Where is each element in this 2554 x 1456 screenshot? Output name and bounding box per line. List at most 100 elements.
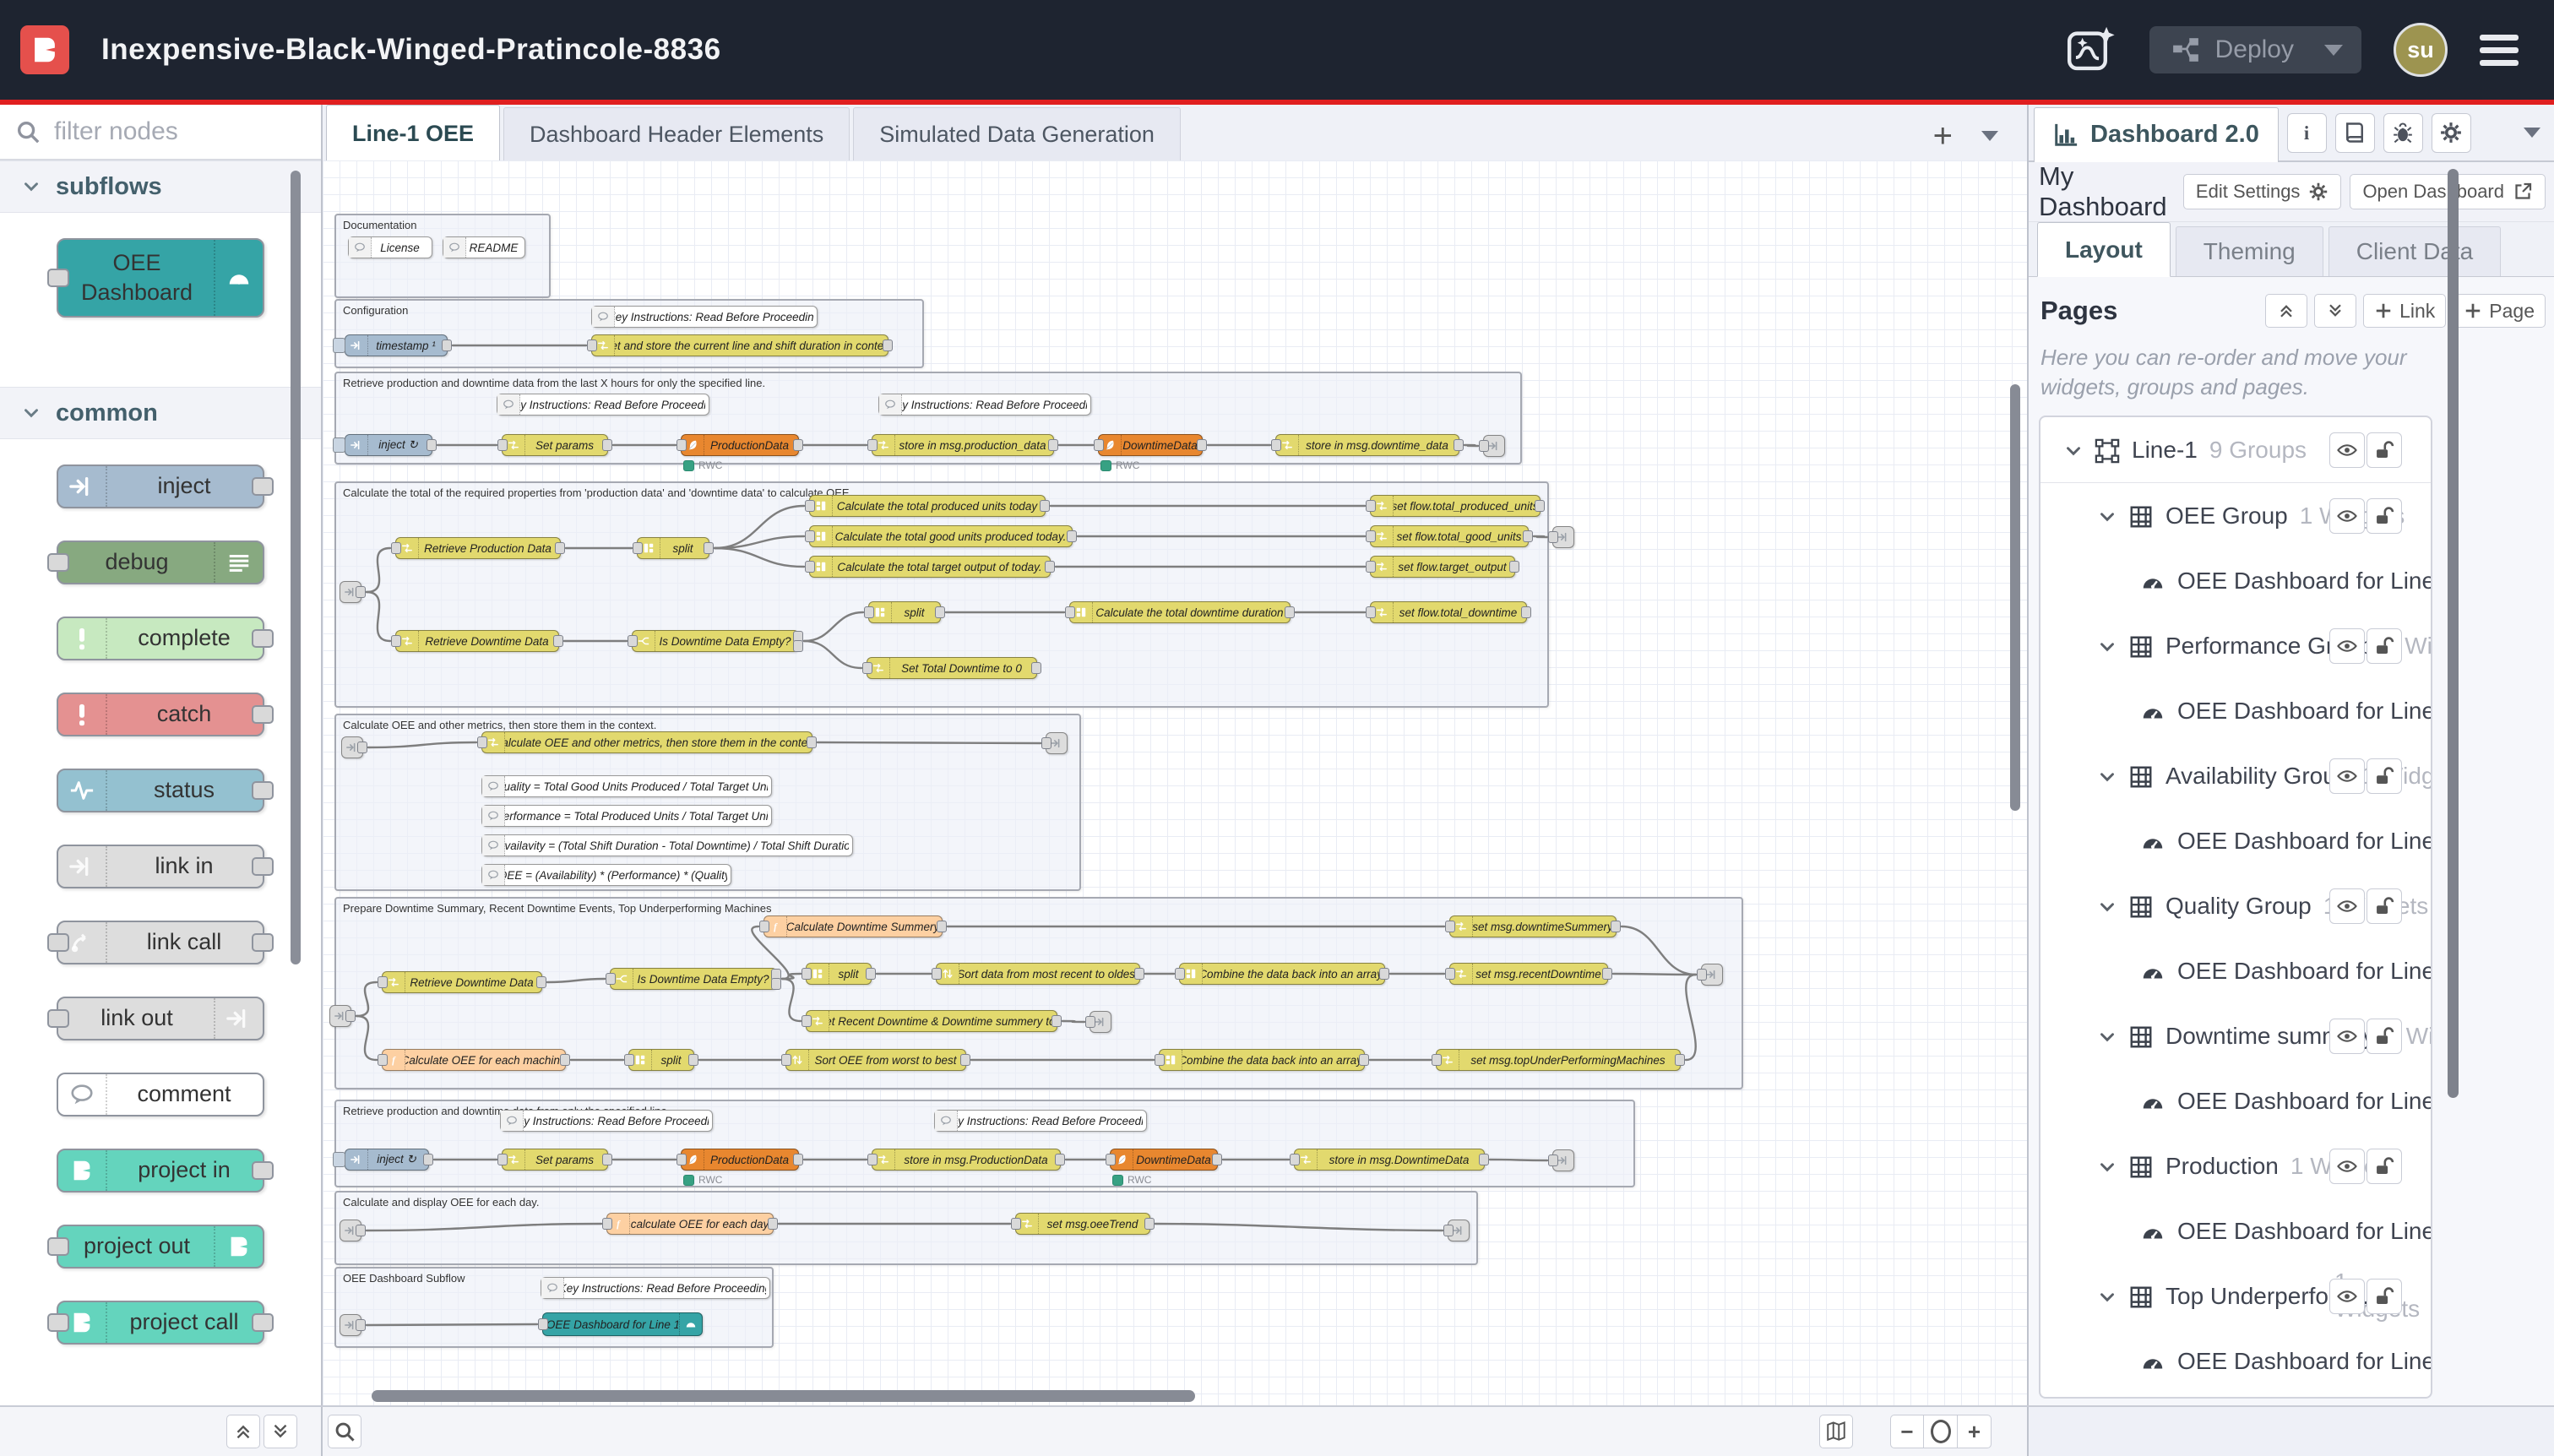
output-port[interactable] bbox=[423, 1154, 433, 1165]
flow-node-comment-Quality-=-Total-Good-Uni[interactable]: Quality = Total Good Units Produced / To… bbox=[481, 775, 772, 797]
sidebar-tab-dashboard[interactable]: Dashboard 2.0 bbox=[2034, 107, 2279, 162]
flow-node-linkout[interactable] bbox=[1701, 964, 1723, 986]
input-port[interactable] bbox=[47, 553, 69, 572]
input-port[interactable] bbox=[932, 968, 942, 980]
input-port[interactable] bbox=[497, 1154, 508, 1165]
flow-tab-Simulated-Data-Generation[interactable]: Simulated Data Generation bbox=[853, 107, 1181, 160]
flow-list-caret-icon[interactable] bbox=[1981, 131, 1998, 141]
input-port[interactable] bbox=[624, 1054, 634, 1066]
zoom-reset-button[interactable] bbox=[1924, 1415, 1958, 1448]
input-port[interactable] bbox=[602, 1218, 612, 1230]
lock-toggle-button[interactable] bbox=[2367, 628, 2402, 664]
input-port[interactable] bbox=[391, 542, 401, 554]
output-port-2[interactable] bbox=[771, 978, 781, 990]
flow-node-linkout[interactable] bbox=[1483, 435, 1505, 457]
add-flow-button[interactable]: + bbox=[1933, 123, 1953, 149]
input-port[interactable] bbox=[864, 606, 874, 618]
flow-node-comment-Key-Instructions:-Read-B[interactable]: Key Instructions: Read Before Proceeding bbox=[497, 394, 709, 416]
output-port[interactable] bbox=[602, 439, 612, 451]
palette-expand-categories-button[interactable] bbox=[264, 1415, 297, 1448]
palette-node-status[interactable]: status bbox=[57, 769, 264, 812]
palette-collapse-categories-button[interactable] bbox=[226, 1415, 260, 1448]
output-port[interactable] bbox=[427, 439, 437, 451]
flow-node-linkin[interactable] bbox=[340, 1314, 361, 1336]
flow-node-change-Set-params[interactable]: Set params bbox=[502, 1149, 608, 1171]
palette-filter-input[interactable] bbox=[52, 117, 292, 147]
palette-node-inject[interactable]: inject bbox=[57, 465, 264, 508]
navigator-button[interactable] bbox=[1819, 1415, 1853, 1448]
lock-toggle-button[interactable] bbox=[2367, 432, 2402, 468]
output-port[interactable] bbox=[442, 340, 452, 351]
input-port[interactable] bbox=[1366, 530, 1376, 542]
input-port[interactable] bbox=[1697, 969, 1707, 981]
input-port[interactable] bbox=[1432, 1054, 1442, 1066]
palette-node-project-out[interactable]: project out bbox=[57, 1225, 264, 1269]
flow-canvas[interactable]: DocumentationConfigurationRetrieve produ… bbox=[323, 160, 2027, 1407]
palette-category-subflows[interactable]: subflows bbox=[0, 160, 321, 213]
input-port[interactable] bbox=[1094, 439, 1104, 451]
input-port[interactable] bbox=[805, 561, 815, 573]
dashboard-subtab-Client-Data[interactable]: Client Data bbox=[2328, 226, 2502, 276]
flow-node-linkin[interactable] bbox=[329, 1005, 351, 1027]
output-port[interactable] bbox=[1523, 530, 1533, 542]
palette-node-debug[interactable]: debug bbox=[57, 541, 264, 584]
main-menu-icon[interactable] bbox=[2480, 35, 2519, 66]
chevron-down-icon[interactable] bbox=[2096, 1283, 2118, 1310]
flow-node-comment-License[interactable]: License bbox=[348, 236, 432, 258]
layout-tree-widget[interactable]: OEE Dashboard for Line 1 bbox=[2040, 1328, 2431, 1394]
input-port[interactable] bbox=[1041, 737, 1051, 749]
flow-node-change-Retrieve-Production-Data[interactable]: Retrieve Production Data bbox=[395, 537, 561, 559]
input-port[interactable] bbox=[47, 269, 69, 287]
flow-node-split-split[interactable]: split bbox=[637, 537, 709, 559]
input-port[interactable] bbox=[1106, 1154, 1116, 1165]
flow-node-change-set-msg.recentDowntime[interactable]: set msg.recentDowntime bbox=[1449, 963, 1608, 985]
flow-node-join-Combine-the-data-back-in[interactable]: Combine the data back into an array. bbox=[1179, 963, 1385, 985]
visibility-toggle-button[interactable] bbox=[2329, 498, 2365, 534]
output-port[interactable] bbox=[356, 586, 366, 598]
flow-node-data-ProductionData[interactable]: ProductionDataRWC bbox=[681, 434, 799, 456]
output-port[interactable] bbox=[602, 1154, 612, 1165]
flow-node-sort-Sort-OEE-from-worst-to-b[interactable]: Sort OEE from worst to best bbox=[785, 1049, 966, 1071]
visibility-toggle-button[interactable] bbox=[2329, 888, 2365, 924]
avatar[interactable]: su bbox=[2394, 23, 2448, 77]
palette-node-link-in[interactable]: link in bbox=[57, 845, 264, 888]
flow-node-join-Calculate-the-total-down[interactable]: Calculate the total downtime duration bbox=[1069, 601, 1291, 623]
palette-node-project-call[interactable]: project call bbox=[57, 1301, 264, 1345]
input-port[interactable] bbox=[1011, 1218, 1021, 1230]
flow-node-change-store-in-msg.production_[interactable]: store in msg.production_data bbox=[872, 434, 1054, 456]
output-port[interactable] bbox=[1040, 500, 1050, 512]
sidebar-tab-help[interactable] bbox=[2335, 113, 2375, 153]
flow-node-linkout[interactable] bbox=[1448, 1220, 1470, 1241]
flow-node-comment-Performance-=-Total-Prod[interactable]: Performance = Total Produced Units / Tot… bbox=[481, 805, 772, 827]
output-port[interactable] bbox=[1285, 606, 1295, 618]
input-port[interactable] bbox=[805, 530, 815, 542]
output-port[interactable] bbox=[768, 1218, 778, 1230]
expand-all-button[interactable] bbox=[2314, 294, 2356, 328]
output-port-2[interactable] bbox=[793, 640, 803, 652]
input-port[interactable] bbox=[677, 1154, 687, 1165]
sidebar-tab-info[interactable] bbox=[2287, 113, 2327, 153]
input-port[interactable] bbox=[1366, 561, 1376, 573]
deploy-options-caret-icon[interactable] bbox=[2324, 45, 2343, 56]
flow-node-switch-Is-Downtime-Data-Empty?[interactable]: Is Downtime Data Empty? bbox=[610, 968, 777, 990]
flow-node-change-Set-Total-Downtime-to-0[interactable]: Set Total Downtime to 0 bbox=[867, 657, 1037, 679]
input-port[interactable] bbox=[1445, 921, 1455, 932]
flow-node-linkin[interactable] bbox=[341, 736, 363, 758]
layout-tree-page[interactable]: Line-19 Groups bbox=[2040, 417, 2431, 483]
chevron-down-icon[interactable] bbox=[2062, 437, 2084, 464]
input-port[interactable] bbox=[1155, 1054, 1165, 1066]
add-page-button[interactable]: Page bbox=[2453, 294, 2546, 328]
flow-node-comment-Availavity-=-(Total-Shif[interactable]: Availavity = (Total Shift Duration - Tot… bbox=[481, 834, 853, 856]
palette-node-project-in[interactable]: project in bbox=[57, 1149, 264, 1193]
dashboard-subtab-Layout[interactable]: Layout bbox=[2037, 222, 2171, 277]
flow-node-func-Calculate-Downtime-Summe[interactable]: Calculate Downtime Summery bbox=[763, 915, 943, 937]
output-port[interactable] bbox=[960, 1054, 970, 1066]
output-port[interactable] bbox=[1611, 921, 1621, 932]
deploy-button[interactable]: Deploy bbox=[2149, 26, 2361, 73]
flow-node-change-Set-params[interactable]: Set params bbox=[502, 434, 608, 456]
flow-node-inject-inject-↻[interactable]: inject ↻ bbox=[345, 1149, 429, 1171]
output-port[interactable] bbox=[883, 340, 893, 351]
output-port[interactable] bbox=[1045, 561, 1055, 573]
flow-node-split-split[interactable]: split bbox=[868, 601, 941, 623]
palette-category-common[interactable]: common bbox=[0, 387, 321, 439]
